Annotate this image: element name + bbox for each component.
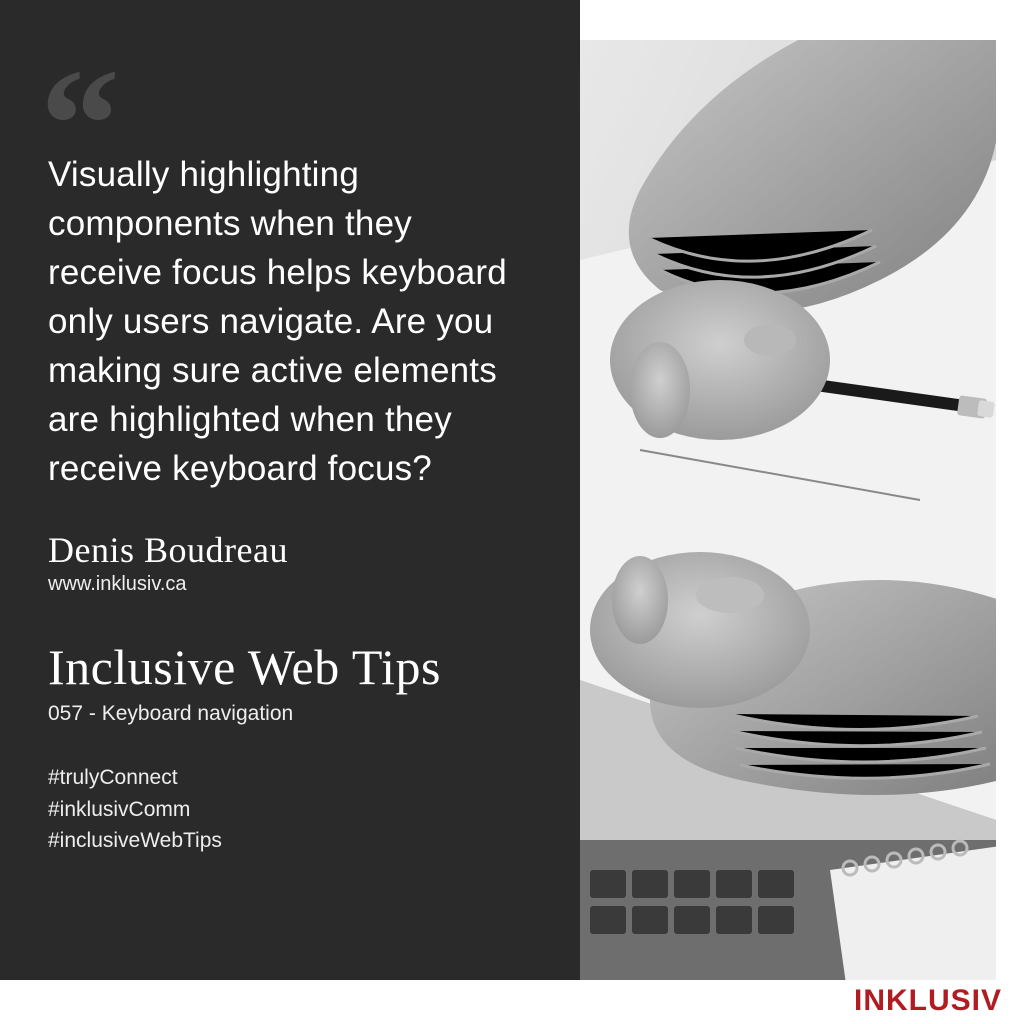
social-card: “ Visually highlighting components when … [0,0,1024,1024]
quote-text: Visually highlighting components when th… [48,150,528,493]
series-title: Inclusive Web Tips [48,638,532,696]
brand-wordmark: INKLUSIV [854,984,1002,1018]
hashtag-list: #trulyConnect #inklusivComm #inclusiveWe… [48,762,532,857]
photo-hands-writing [580,40,996,980]
hashtag: #trulyConnect [48,762,532,794]
quote-mark-icon: “ [40,92,102,156]
quote-panel: “ Visually highlighting components when … [0,0,580,980]
hashtag: #inclusiveWebTips [48,825,532,857]
author-website: www.inklusiv.ca [48,573,532,596]
author-name: Denis Boudreau [48,529,532,571]
hashtag: #inklusivComm [48,794,532,826]
episode-label: 057 - Keyboard navigation [48,702,532,726]
